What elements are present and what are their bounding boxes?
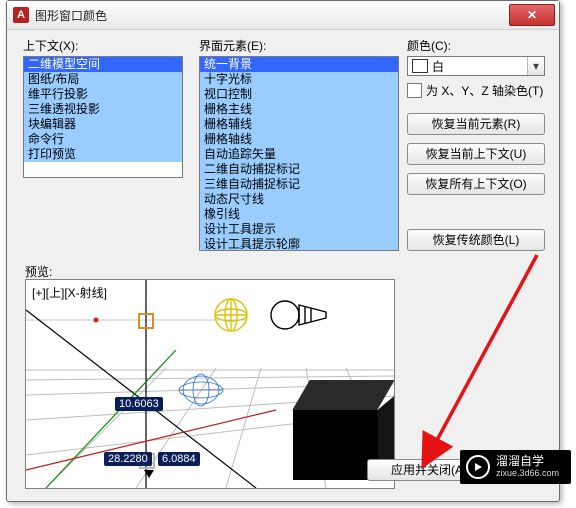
list-item[interactable]: 栅格主线 — [200, 102, 398, 117]
list-item[interactable]: 统一背景 — [200, 57, 398, 72]
restore-element-button[interactable]: 恢复当前元素(R) — [407, 113, 545, 135]
watermark-brand: 溜溜自学 — [496, 455, 559, 468]
restore-all-button[interactable]: 恢复所有上下文(O) — [407, 173, 545, 195]
measure-tooltip-1: 10.6063 — [115, 397, 163, 411]
list-item[interactable]: 三维自动捕捉标记 — [200, 177, 398, 192]
preview-cube — [293, 395, 378, 480]
color-value: 白 — [432, 58, 527, 75]
tint-checkbox[interactable] — [407, 83, 422, 98]
list-item[interactable]: 视口控制 — [200, 87, 398, 102]
list-item[interactable]: 动态尺寸线 — [200, 192, 398, 207]
interface-label: 界面元素(E): — [199, 37, 399, 54]
watermark-url: zixue.3d66.com — [496, 469, 559, 479]
list-item[interactable]: 维平行投影 — [24, 87, 182, 102]
list-item[interactable]: 块编辑器 — [24, 117, 182, 132]
app-icon: A — [13, 7, 29, 23]
list-item[interactable]: 打印预览 — [24, 147, 182, 162]
close-icon: ✕ — [527, 8, 537, 22]
titlebar: A 图形窗口颜色 ✕ — [7, 1, 559, 30]
tint-checkbox-row[interactable]: 为 X、Y、Z 轴染色(T) — [407, 82, 547, 99]
list-item[interactable]: 二维模型空间 — [24, 57, 182, 72]
cursor-marker-icon — [144, 470, 154, 478]
preview-label: 预览: — [25, 263, 52, 280]
dialog: A 图形窗口颜色 ✕ 上下文(X): 二维模型空间图纸/布局维平行投影三维透视投… — [6, 0, 560, 502]
list-item[interactable]: 栅格轴线 — [200, 132, 398, 147]
restore-context-button[interactable]: 恢复当前上下文(U) — [407, 143, 545, 165]
window-title: 图形窗口颜色 — [35, 7, 509, 24]
list-item[interactable]: 设计工具提示 — [200, 222, 398, 237]
context-list[interactable]: 二维模型空间图纸/布局维平行投影三维透视投影块编辑器命令行打印预览 — [23, 56, 183, 178]
tint-checkbox-label: 为 X、Y、Z 轴染色(T) — [426, 82, 543, 99]
color-label: 颜色(C): — [407, 37, 547, 54]
list-item[interactable]: 栅格辅线 — [200, 117, 398, 132]
close-button[interactable]: ✕ — [509, 4, 555, 26]
preview-area: [+][上][X-射线] — [25, 279, 395, 489]
list-item[interactable]: 命令行 — [24, 132, 182, 147]
chevron-down-icon: ▾ — [527, 57, 544, 75]
list-item[interactable]: 橡引线 — [200, 207, 398, 222]
context-label: 上下文(X): — [23, 37, 183, 54]
watermark: 溜溜自学 zixue.3d66.com — [460, 450, 571, 484]
measure-tooltip-2a: 28.2280 — [104, 452, 152, 466]
color-combo[interactable]: 白 ▾ — [407, 56, 545, 76]
play-icon — [466, 455, 490, 479]
list-item[interactable]: 十字光标 — [200, 72, 398, 87]
color-swatch — [412, 59, 428, 73]
list-item[interactable]: 自动追踪矢量 — [200, 147, 398, 162]
list-item[interactable]: 设计工具提示轮廓 — [200, 237, 398, 251]
list-item[interactable]: 二维自动捕捉标记 — [200, 162, 398, 177]
interface-elements-list[interactable]: 统一背景十字光标视口控制栅格主线栅格辅线栅格轴线自动追踪矢量二维自动捕捉标记三维… — [199, 56, 399, 251]
orange-handle-icon — [138, 313, 154, 329]
list-item[interactable]: 图纸/布局 — [24, 72, 182, 87]
list-item[interactable]: 三维透视投影 — [24, 102, 182, 117]
measure-tooltip-2b: 6.0884 — [158, 452, 200, 466]
restore-legacy-button[interactable]: 恢复传统颜色(L) — [407, 229, 545, 251]
